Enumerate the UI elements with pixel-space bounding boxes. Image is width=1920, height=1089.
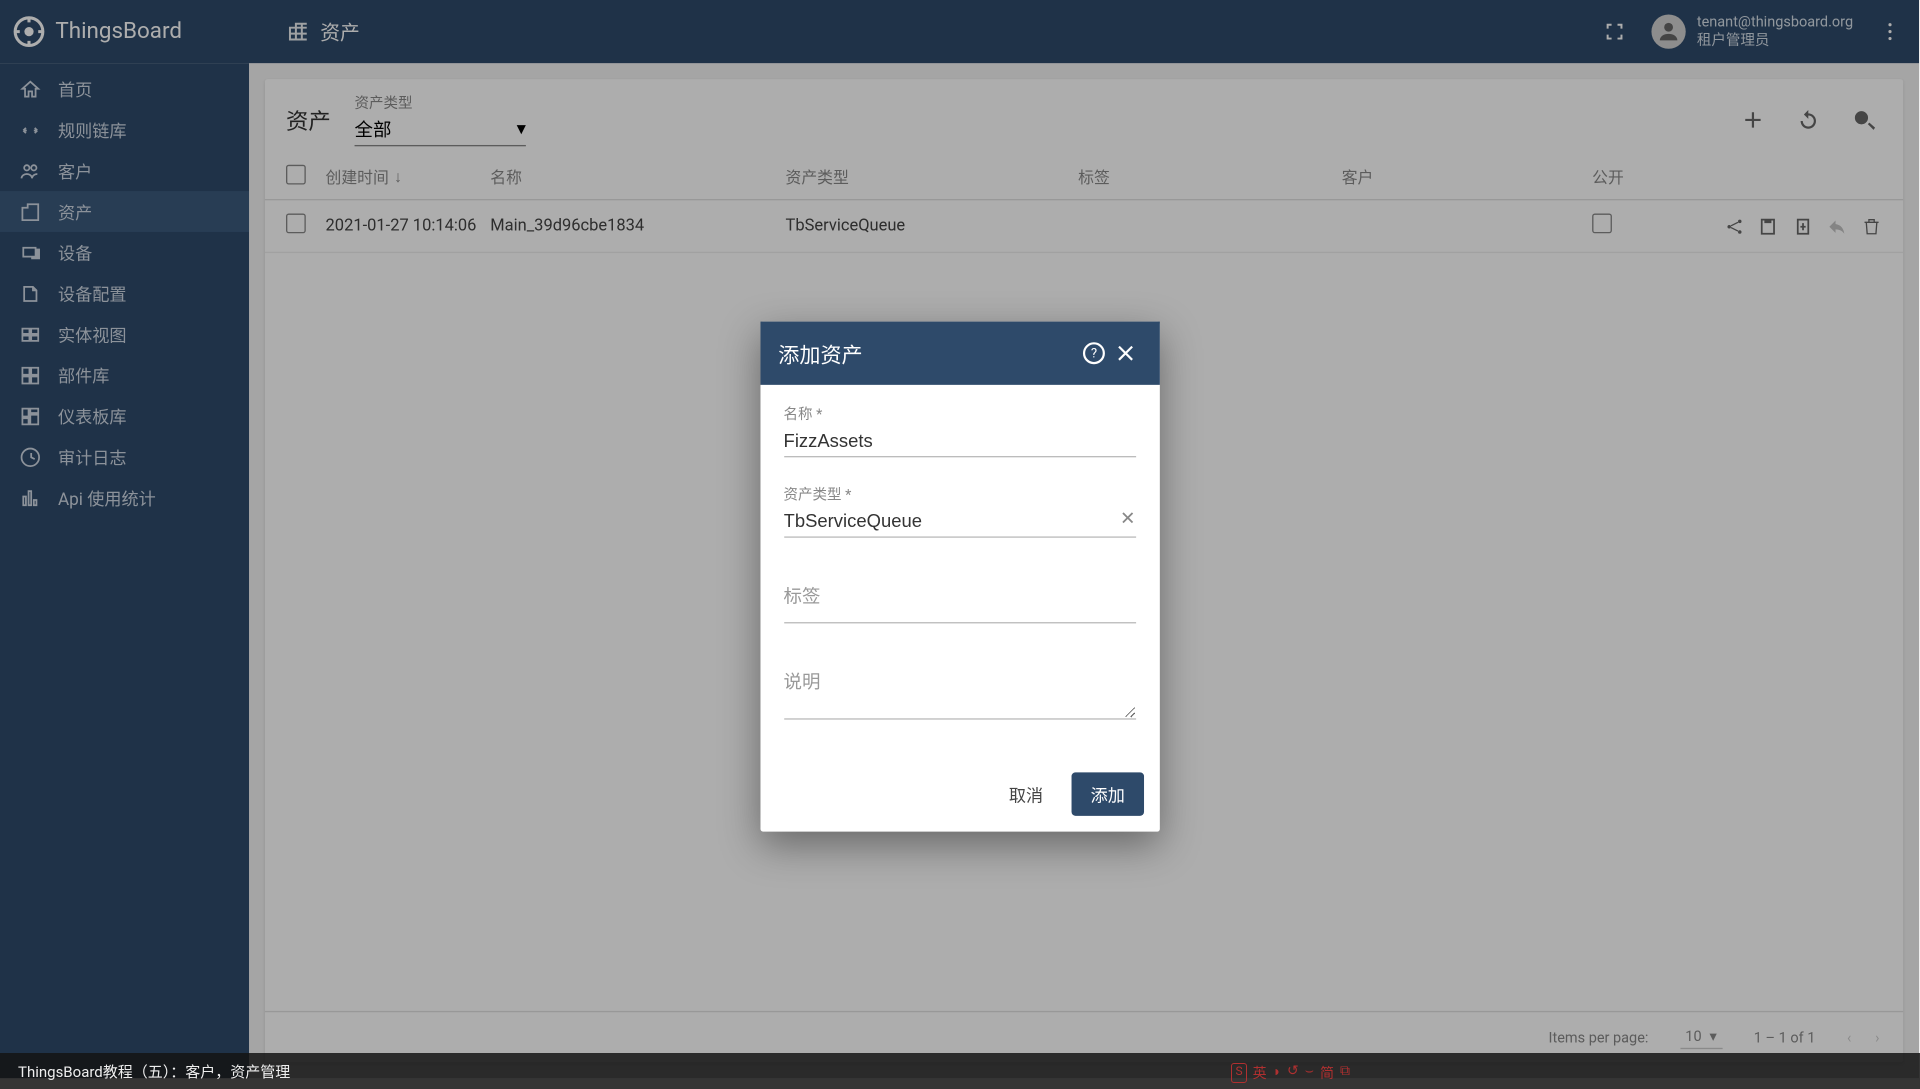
dialog-overlay: 添加资产 ? 名称 * 资产类型 * ✕: [0, 0, 1919, 1078]
dialog-title: 添加资产: [778, 337, 862, 369]
name-field[interactable]: [784, 424, 1136, 457]
caption-text: ThingsBoard教程（五）：客户，资产管理: [18, 1061, 290, 1082]
add-confirm-button[interactable]: 添加: [1072, 772, 1143, 815]
type-field[interactable]: [784, 505, 1136, 538]
help-icon[interactable]: ?: [1077, 337, 1109, 369]
desc-field-label: 说明: [784, 668, 1136, 694]
caption-bar: ThingsBoard教程（五）：客户，资产管理: [0, 1053, 1920, 1089]
name-field-label: 名称 *: [784, 403, 1136, 424]
add-asset-dialog: 添加资产 ? 名称 * 资产类型 * ✕: [760, 322, 1159, 832]
cancel-button[interactable]: 取消: [993, 772, 1059, 815]
svg-text:?: ?: [1090, 347, 1096, 362]
close-icon[interactable]: [1109, 337, 1141, 369]
label-field-label: 标签: [784, 583, 1136, 609]
ime-indicator: S 英 ◗↺⌣ 简 ⧉: [1231, 1063, 1350, 1083]
clear-type-button[interactable]: ✕: [1120, 509, 1135, 530]
type-field-label: 资产类型 *: [784, 484, 1136, 505]
